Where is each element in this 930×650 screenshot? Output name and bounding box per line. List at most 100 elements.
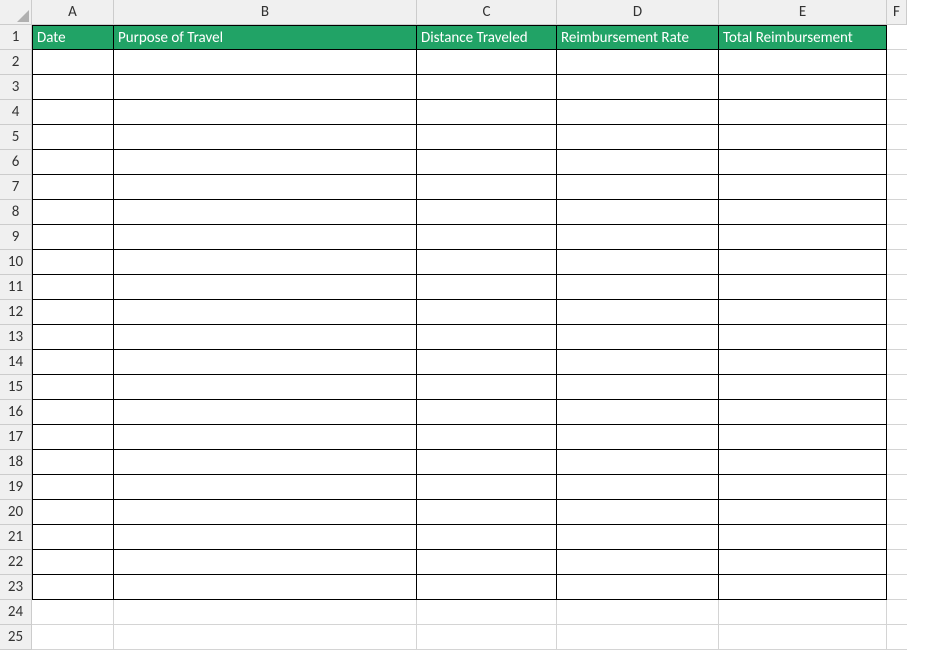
cell-F21[interactable] (887, 525, 907, 550)
cell-A10[interactable] (32, 250, 114, 275)
cell-E25[interactable] (719, 625, 887, 650)
cell-A17[interactable] (32, 425, 114, 450)
cell-B15[interactable] (114, 375, 417, 400)
cell-D11[interactable] (557, 275, 719, 300)
cell-E9[interactable] (719, 225, 887, 250)
cell-F7[interactable] (887, 175, 907, 200)
row-header-11[interactable]: 11 (0, 275, 32, 300)
row-header-12[interactable]: 12 (0, 300, 32, 325)
cell-A25[interactable] (32, 625, 114, 650)
cell-D13[interactable] (557, 325, 719, 350)
cell-C3[interactable] (417, 75, 557, 100)
cell-E13[interactable] (719, 325, 887, 350)
cell-B16[interactable] (114, 400, 417, 425)
cell-B3[interactable] (114, 75, 417, 100)
cell-B4[interactable] (114, 100, 417, 125)
cell-B20[interactable] (114, 500, 417, 525)
cell-A3[interactable] (32, 75, 114, 100)
cell-E20[interactable] (719, 500, 887, 525)
column-header-C[interactable]: C (417, 0, 557, 25)
cell-F16[interactable] (887, 400, 907, 425)
cell-A12[interactable] (32, 300, 114, 325)
cell-B5[interactable] (114, 125, 417, 150)
cell-F25[interactable] (887, 625, 907, 650)
cell-A14[interactable] (32, 350, 114, 375)
cell-E17[interactable] (719, 425, 887, 450)
cell-B2[interactable] (114, 50, 417, 75)
row-header-24[interactable]: 24 (0, 600, 32, 625)
cell-C6[interactable] (417, 150, 557, 175)
cell-D6[interactable] (557, 150, 719, 175)
cell-E21[interactable] (719, 525, 887, 550)
cell-D20[interactable] (557, 500, 719, 525)
cell-F22[interactable] (887, 550, 907, 575)
cell-E7[interactable] (719, 175, 887, 200)
cell-F23[interactable] (887, 575, 907, 600)
column-header-A[interactable]: A (32, 0, 114, 25)
cell-C18[interactable] (417, 450, 557, 475)
cell-F20[interactable] (887, 500, 907, 525)
cell-D19[interactable] (557, 475, 719, 500)
row-header-4[interactable]: 4 (0, 100, 32, 125)
cell-F19[interactable] (887, 475, 907, 500)
cell-E16[interactable] (719, 400, 887, 425)
row-header-1[interactable]: 1 (0, 25, 32, 50)
cell-F10[interactable] (887, 250, 907, 275)
cell-F14[interactable] (887, 350, 907, 375)
header-cell-A[interactable]: Date (32, 25, 114, 50)
cell-F4[interactable] (887, 100, 907, 125)
row-header-10[interactable]: 10 (0, 250, 32, 275)
cell-D14[interactable] (557, 350, 719, 375)
cell-D15[interactable] (557, 375, 719, 400)
row-header-8[interactable]: 8 (0, 200, 32, 225)
cell-C15[interactable] (417, 375, 557, 400)
cell-D23[interactable] (557, 575, 719, 600)
cell-D8[interactable] (557, 200, 719, 225)
cell-C10[interactable] (417, 250, 557, 275)
cell-B13[interactable] (114, 325, 417, 350)
column-header-B[interactable]: B (114, 0, 417, 25)
cell-A5[interactable] (32, 125, 114, 150)
cell-F1[interactable] (887, 25, 907, 50)
cell-F6[interactable] (887, 150, 907, 175)
row-header-17[interactable]: 17 (0, 425, 32, 450)
column-header-F[interactable]: F (887, 0, 907, 25)
row-header-13[interactable]: 13 (0, 325, 32, 350)
cell-E19[interactable] (719, 475, 887, 500)
cell-C7[interactable] (417, 175, 557, 200)
cell-B25[interactable] (114, 625, 417, 650)
cell-C2[interactable] (417, 50, 557, 75)
cell-B22[interactable] (114, 550, 417, 575)
cell-B7[interactable] (114, 175, 417, 200)
row-header-15[interactable]: 15 (0, 375, 32, 400)
row-header-25[interactable]: 25 (0, 625, 32, 650)
cell-D4[interactable] (557, 100, 719, 125)
cell-B17[interactable] (114, 425, 417, 450)
cell-E10[interactable] (719, 250, 887, 275)
cell-D7[interactable] (557, 175, 719, 200)
cell-A20[interactable] (32, 500, 114, 525)
cell-B21[interactable] (114, 525, 417, 550)
cell-E22[interactable] (719, 550, 887, 575)
cell-C4[interactable] (417, 100, 557, 125)
cell-B11[interactable] (114, 275, 417, 300)
cell-C11[interactable] (417, 275, 557, 300)
cell-F24[interactable] (887, 600, 907, 625)
row-header-3[interactable]: 3 (0, 75, 32, 100)
cell-C14[interactable] (417, 350, 557, 375)
cell-C17[interactable] (417, 425, 557, 450)
cell-E11[interactable] (719, 275, 887, 300)
cell-C12[interactable] (417, 300, 557, 325)
cell-C13[interactable] (417, 325, 557, 350)
cell-F12[interactable] (887, 300, 907, 325)
cell-D18[interactable] (557, 450, 719, 475)
cell-D10[interactable] (557, 250, 719, 275)
cell-D5[interactable] (557, 125, 719, 150)
cell-D25[interactable] (557, 625, 719, 650)
row-header-18[interactable]: 18 (0, 450, 32, 475)
cell-C23[interactable] (417, 575, 557, 600)
cell-F18[interactable] (887, 450, 907, 475)
cell-C8[interactable] (417, 200, 557, 225)
column-header-E[interactable]: E (719, 0, 887, 25)
cell-E12[interactable] (719, 300, 887, 325)
